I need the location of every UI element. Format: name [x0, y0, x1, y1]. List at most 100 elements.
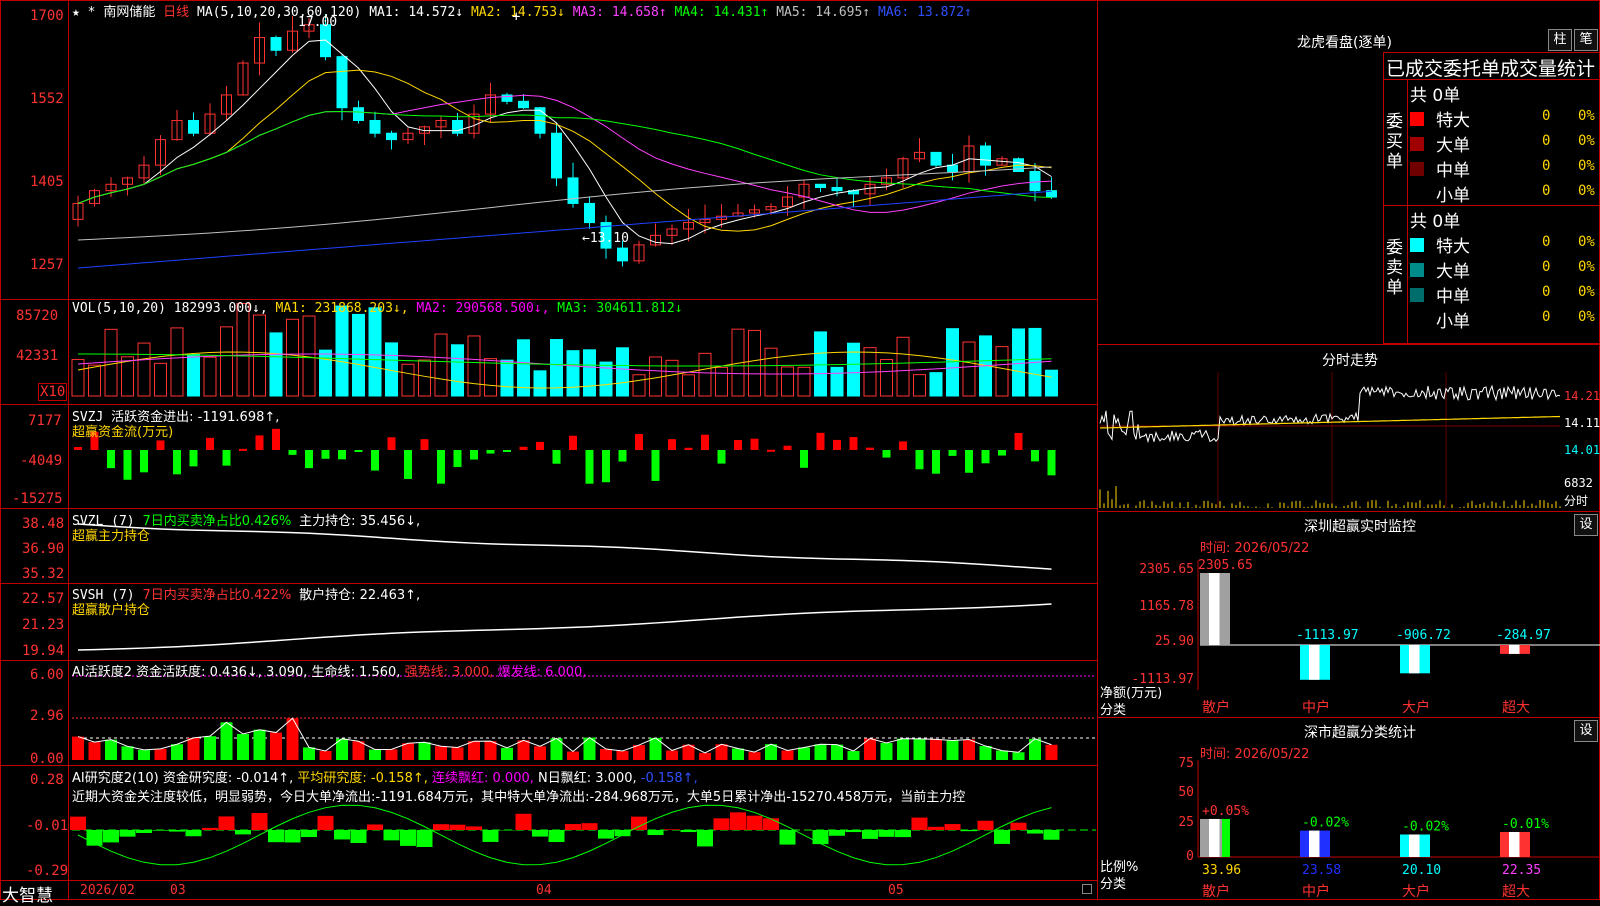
high-price-mark: 17.00: [298, 15, 337, 30]
research-bar: [598, 830, 614, 839]
main-chart-graphics: [0, 0, 1098, 900]
svzj-bar: [602, 450, 610, 482]
order-row-pct: 0%: [1578, 108, 1595, 124]
order-color-swatch: [1410, 238, 1424, 252]
volume-bar: [914, 375, 926, 396]
date-label-mar: 03: [170, 883, 186, 898]
svzj-bar: [503, 450, 511, 452]
svzj-bar: [388, 437, 396, 450]
monitor-x-label: 分类: [1100, 699, 1126, 718]
order-row-count: 0: [1542, 234, 1550, 250]
research-bar: [763, 818, 779, 830]
ai2-t1: 资金研究度: -0.014↑,: [163, 771, 293, 786]
research-bar: [532, 830, 548, 837]
candle-body: [618, 248, 628, 261]
volume-bar: [848, 343, 860, 396]
volume-bar: [699, 353, 711, 396]
tick-view-button[interactable]: 笔: [1574, 29, 1598, 51]
fenshi-unit: 分时: [1564, 492, 1588, 509]
volume-bar: [221, 327, 233, 396]
volume-bar: [963, 342, 975, 396]
activity-bar: [782, 750, 794, 760]
svzj-bar: [470, 450, 478, 460]
research-bar: [417, 830, 433, 847]
svzj-bar: [751, 439, 759, 450]
activity-bar: [617, 751, 629, 760]
volume-bar: [831, 367, 843, 396]
research-bar: [648, 830, 664, 835]
fenshi-axis-top: 14.21: [1564, 389, 1600, 403]
svzj-bar: [833, 440, 841, 450]
volume-bar: [353, 314, 365, 396]
ai2-axis-top: 0.28: [30, 772, 64, 788]
svzj-bar: [817, 433, 825, 450]
candle-body: [816, 184, 826, 187]
research-bar: [483, 830, 499, 842]
research-bar: [829, 830, 845, 836]
activity-bar: [419, 742, 431, 760]
research-bar: [285, 830, 301, 842]
vol-value: 182993.000↓,: [174, 301, 268, 316]
sell-side-label: 委卖单: [1386, 238, 1406, 298]
research-bar: [862, 830, 878, 839]
svzj-bar: [157, 440, 165, 450]
activity-bar: [996, 751, 1008, 760]
lhb-title: 龙虎看盘(逐单): [1297, 32, 1392, 52]
activity-bar: [980, 746, 992, 760]
candle-body: [931, 152, 941, 165]
svzl-text1: 7日内买卖净占比0.426%: [142, 514, 291, 529]
svzj-sub: 超赢资金流(万元): [72, 421, 173, 440]
volume-bar: [336, 306, 348, 396]
svzj-bar: [701, 435, 709, 450]
research-bar: [384, 830, 400, 840]
svzj-bar: [899, 441, 907, 450]
research-bar: [664, 829, 680, 830]
research-bar: [433, 824, 449, 830]
kline-axis-label: 1700: [30, 8, 64, 24]
research-bar: [730, 812, 746, 830]
svzj-bar: [289, 450, 297, 455]
volume-bar: [452, 345, 464, 396]
fenshi-vol-max: 6832: [1564, 476, 1593, 490]
volume-bar: [402, 364, 414, 396]
activity-bar: [1046, 745, 1058, 760]
monitor-settings-button[interactable]: 设: [1574, 514, 1598, 536]
bar-view-button[interactable]: 柱: [1548, 29, 1572, 51]
activity-bar: [798, 747, 810, 760]
ma-line: [78, 70, 1052, 231]
order-row-label: 大单: [1436, 131, 1470, 156]
stat2-panel: [1097, 717, 1600, 900]
star-icon[interactable]: ★ *: [72, 5, 95, 20]
svzj-bar: [784, 446, 792, 450]
volume-bar: [320, 350, 332, 396]
research-bar: [846, 830, 862, 832]
candle-body: [552, 133, 562, 178]
research-bar: [400, 830, 416, 846]
volume-bar: [171, 328, 183, 396]
svzj-bar: [223, 450, 231, 466]
stat2-time: 时间: 2026/05/22: [1200, 743, 1309, 762]
activity-bar: [171, 744, 183, 760]
research-bar: [450, 825, 466, 830]
research-bar: [994, 830, 1010, 844]
activity-bar: [567, 752, 579, 760]
order-row-label: 小单: [1436, 181, 1470, 206]
order-row-pct: 0%: [1578, 133, 1595, 149]
candle-body: [585, 203, 595, 222]
volume-bar: [749, 330, 761, 396]
order-row-count: 0: [1542, 108, 1550, 124]
order-row-pct: 0%: [1578, 259, 1595, 275]
order-color-swatch: [1410, 137, 1424, 151]
candle-body: [568, 178, 578, 204]
stat2-settings-button[interactable]: 设: [1574, 720, 1598, 742]
period-label[interactable]: 日线: [163, 5, 189, 20]
candle-body: [189, 120, 199, 133]
kline-axis-label: 1405: [30, 174, 64, 190]
vol-ma-line: [78, 354, 1052, 374]
svzj-bar: [1015, 433, 1023, 450]
activity-bar: [303, 747, 315, 760]
svzj-bar: [685, 448, 693, 450]
activity-bar: [188, 738, 200, 760]
lock-icon[interactable]: [1082, 884, 1092, 894]
candle-body: [832, 187, 842, 190]
